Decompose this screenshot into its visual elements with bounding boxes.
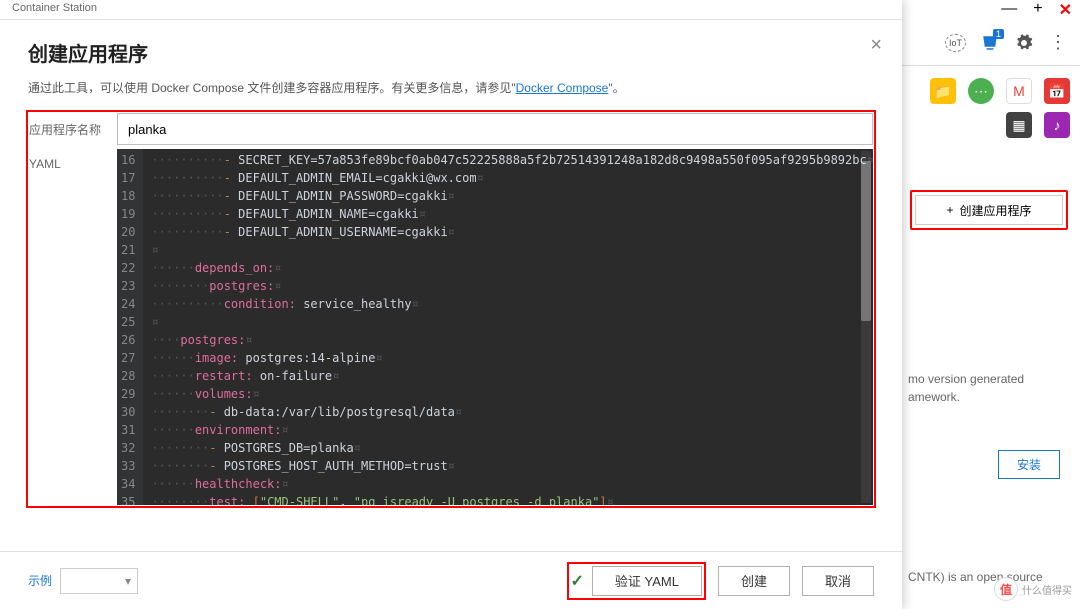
validate-highlight: ✓ 验证 YAML <box>567 562 706 600</box>
calendar-icon[interactable]: 📅 <box>1044 78 1070 104</box>
notification-badge: 1 <box>993 29 1004 39</box>
watermark-logo: 值 <box>994 577 1018 601</box>
window-controls: — + ✕ <box>997 0 1076 20</box>
editor-gutter: 1617181920212223242526272829303132333435… <box>117 149 143 505</box>
create-app-modal: Container Station 创建应用程序 × 通过此工具，可以使用 Do… <box>0 0 902 609</box>
system-topbar: IoT 1 ⋮ <box>902 20 1080 66</box>
modal-footer: 示例 ▾ ✓ 验证 YAML 创建 取消 <box>0 551 902 609</box>
video-icon[interactable]: ▦ <box>1006 112 1032 138</box>
modal-header: 创建应用程序 × <box>0 20 902 79</box>
yaml-editor[interactable]: 1617181920212223242526272829303132333435… <box>117 149 873 505</box>
modal-close-icon[interactable]: × <box>870 34 882 57</box>
editor-code[interactable]: ··········- SECRET_KEY=57a853fe89bcf0ab0… <box>143 149 873 505</box>
example-label: 示例 <box>28 572 52 589</box>
create-app-highlight: + 创建应用程序 <box>910 190 1068 230</box>
create-app-side-button[interactable]: + 创建应用程序 <box>915 195 1063 225</box>
notification-icon[interactable]: 1 <box>980 33 1000 53</box>
app-name-label: 应用程序名称 <box>29 113 117 138</box>
scroll-thumb[interactable] <box>861 161 871 321</box>
maximize-button[interactable]: + <box>1029 0 1046 20</box>
validate-yaml-button[interactable]: 验证 YAML <box>592 566 702 596</box>
watermark: 值 什么值得买 <box>994 577 1072 601</box>
modal-title: 创建应用程序 <box>28 38 874 67</box>
gear-icon[interactable] <box>1014 33 1034 53</box>
modal-description: 通过此工具，可以使用 Docker Compose 文件创建多容器应用程序。有关… <box>0 79 902 110</box>
close-button[interactable]: ✕ <box>1055 0 1076 20</box>
app-name-input[interactable] <box>117 113 873 145</box>
create-app-side-label: 创建应用程序 <box>960 202 1032 219</box>
check-icon: ✓ <box>571 571 584 591</box>
editor-scrollbar[interactable] <box>861 151 871 503</box>
gmail-icon[interactable]: M <box>1006 78 1032 104</box>
minimize-button[interactable]: — <box>997 0 1021 20</box>
install-button[interactable]: 安装 <box>998 450 1060 479</box>
app-title-bar: Container Station <box>0 0 902 20</box>
more-icon[interactable]: ⋮ <box>1048 33 1068 53</box>
side-description: mo version generated amework. <box>908 370 1068 406</box>
plus-icon: + <box>946 203 953 217</box>
chat-icon[interactable]: ⋯ <box>968 78 994 104</box>
music-icon[interactable]: ♪ <box>1044 112 1070 138</box>
create-button[interactable]: 创建 <box>718 566 790 596</box>
iot-icon[interactable]: IoT <box>945 34 966 52</box>
yaml-label: YAML <box>29 149 117 171</box>
example-dropdown[interactable]: ▾ <box>60 568 138 594</box>
docker-compose-link[interactable]: Docker Compose <box>516 81 609 95</box>
folder-icon[interactable]: 📁 <box>930 78 956 104</box>
desktop-icons-area: 📁 ⋯ M 📅 ▦ ♪ <box>910 78 1070 146</box>
cancel-button[interactable]: 取消 <box>802 566 874 596</box>
